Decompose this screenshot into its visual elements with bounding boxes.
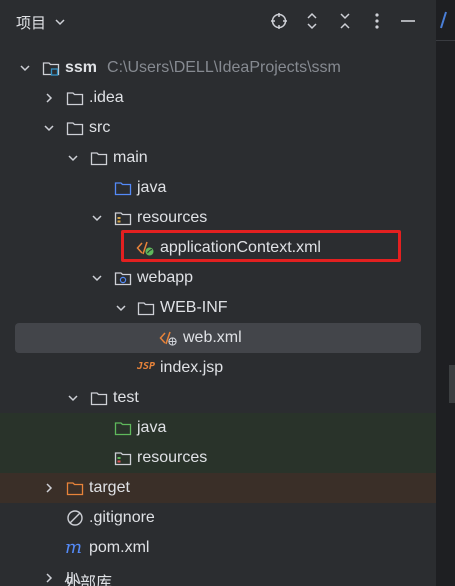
test-resources-folder-icon	[114, 449, 132, 467]
tree-item-label: java	[137, 419, 167, 436]
tree-item-main[interactable]: main	[0, 143, 436, 173]
chevron-down-icon[interactable]	[90, 211, 104, 225]
tree-item-label: main	[113, 149, 148, 166]
tree-item-label: target	[89, 479, 130, 496]
tree-item-external-libraries[interactable]: 外部库	[0, 563, 436, 586]
tree-item-label: index.jsp	[160, 359, 224, 376]
tree-item-gitignore[interactable]: .gitignore	[0, 503, 436, 533]
tree-item-label: resources	[137, 209, 208, 226]
tree-item-label: 外部库	[64, 573, 113, 586]
tree-item-resources[interactable]: resources	[0, 203, 436, 233]
maven-icon: m	[65, 537, 83, 558]
view-selector[interactable]: 项目	[16, 12, 66, 33]
tree-item-label: java	[137, 179, 167, 196]
tree-item-label: ssm	[65, 59, 98, 76]
project-tree: ssm C:\Users\DELL\IdeaProjects\ssm .idea …	[0, 53, 436, 586]
chevron-right-icon[interactable]	[42, 481, 56, 495]
tree-item-target[interactable]: target	[0, 473, 436, 503]
tree-item-webxml[interactable]: web.xml	[15, 323, 421, 353]
web-xml-file-icon	[159, 329, 177, 347]
tree-item-indexjsp[interactable]: JSP index.jsp	[0, 353, 436, 383]
source-folder-icon	[114, 179, 132, 197]
minimize-icon[interactable]	[397, 10, 419, 32]
tree-item-label: resources	[137, 449, 208, 466]
tree-item-label: web.xml	[183, 329, 242, 346]
tree-item-test[interactable]: test	[0, 383, 436, 413]
project-panel: 项目 ssm C:\Users\DELL\IdeaProjects\ssm .i…	[0, 0, 455, 586]
chevron-right-icon[interactable]	[42, 91, 56, 105]
tree-item-label: test	[113, 389, 139, 406]
tree-item-test-resources[interactable]: resources	[0, 443, 436, 473]
ignore-file-icon	[66, 509, 84, 527]
editor-area-edge	[436, 0, 455, 586]
folder-icon	[66, 89, 84, 107]
highlight-annotation-box	[121, 230, 401, 262]
editor-tab-icon[interactable]	[439, 8, 449, 30]
module-folder-icon	[42, 59, 60, 77]
tree-item-src[interactable]: src	[0, 113, 436, 143]
tree-item-idea[interactable]: .idea	[0, 83, 436, 113]
tree-item-webapp[interactable]: webapp	[0, 263, 436, 293]
tree-item-label: webapp	[137, 269, 194, 286]
test-source-folder-icon	[114, 419, 132, 437]
panel-title: 项目	[16, 14, 47, 32]
chevron-down-icon[interactable]	[42, 121, 56, 135]
tree-item-java[interactable]: java	[0, 173, 436, 203]
tree-item-label: src	[89, 119, 111, 136]
project-path: C:\Users\DELL\IdeaProjects\ssm	[107, 59, 341, 76]
collapse-all-icon[interactable]	[334, 10, 356, 32]
chevron-down-icon[interactable]	[66, 391, 80, 405]
chevron-down-icon	[54, 14, 66, 32]
panel-header: 项目	[0, 0, 436, 42]
tree-item-label: WEB-INF	[160, 299, 228, 316]
expand-collapse-icon[interactable]	[301, 10, 323, 32]
folder-icon	[90, 149, 108, 167]
folder-icon	[90, 389, 108, 407]
tree-item-label: .gitignore	[89, 509, 155, 526]
chevron-down-icon[interactable]	[90, 271, 104, 285]
editor-scrollbar[interactable]	[449, 365, 455, 403]
chevron-right-icon[interactable]	[42, 571, 56, 585]
chevron-down-icon[interactable]	[66, 151, 80, 165]
tree-item-label: .idea	[89, 89, 124, 106]
folder-icon	[66, 119, 84, 137]
locate-icon[interactable]	[268, 10, 290, 32]
chevron-down-icon[interactable]	[114, 301, 128, 315]
tree-item-pom[interactable]: m pom.xml	[0, 533, 436, 563]
tree-item-webinf[interactable]: WEB-INF	[0, 293, 436, 323]
folder-icon	[137, 299, 155, 317]
tree-item-ssm[interactable]: ssm C:\Users\DELL\IdeaProjects\ssm	[0, 53, 436, 83]
tree-item-label: pom.xml	[89, 539, 150, 556]
web-folder-icon	[114, 269, 132, 287]
tree-item-test-java[interactable]: java	[0, 413, 436, 443]
chevron-down-icon[interactable]	[18, 61, 32, 75]
resources-folder-icon	[114, 209, 132, 227]
more-options-icon[interactable]	[366, 10, 388, 32]
jsp-file-icon: JSP	[137, 361, 156, 372]
excluded-folder-icon	[66, 479, 84, 497]
